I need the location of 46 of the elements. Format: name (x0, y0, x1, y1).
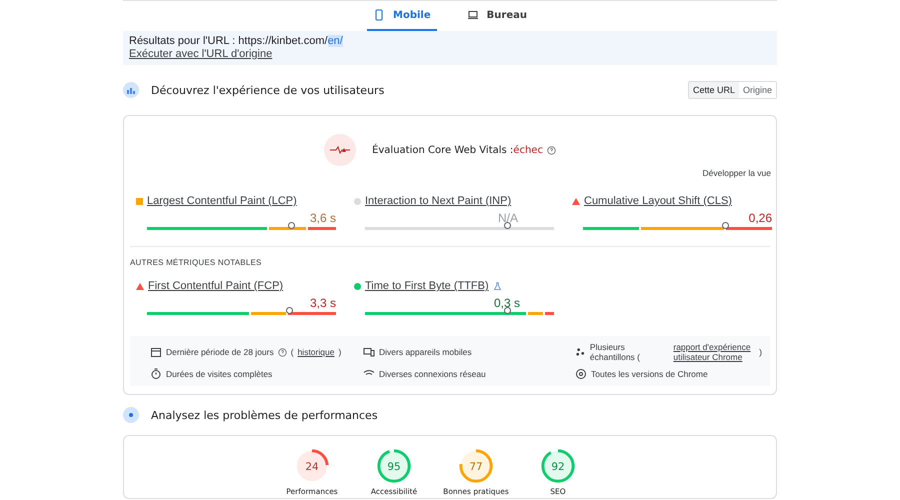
info-text: Toutes les versions de Chrome (591, 369, 708, 379)
section-title: Analysez les problèmes de performances (151, 408, 379, 422)
score-gauge: 24 (294, 448, 330, 484)
parenthesis: ( (290, 347, 294, 357)
metric-link[interactable]: Time to First Byte (TTFB) (365, 280, 489, 292)
calendar-icon (150, 346, 162, 358)
info-text: Diverses connexions réseau (379, 369, 486, 379)
help-icon[interactable] (546, 146, 556, 154)
metric-value: N/A (498, 211, 518, 225)
info-link[interactable]: historique (298, 347, 334, 357)
device-tab[interactable]: Bureau (460, 1, 533, 31)
score-gauge: 77 (458, 448, 494, 484)
help-icon[interactable] (278, 348, 287, 356)
metric-link[interactable]: Interaction to Next Paint (INP) (365, 195, 512, 207)
score-gauge: 95 (376, 448, 412, 484)
expand-link[interactable]: Développer la vue (702, 168, 771, 178)
fail-badge (324, 134, 356, 166)
timer-icon (150, 368, 162, 380)
other-metrics-heading: AUTRES MÉTRIQUES NOTABLES (130, 258, 263, 267)
metric-value: 0,26 (748, 211, 772, 225)
metric-link[interactable]: First Contentful Paint (FCP) (148, 280, 284, 292)
parenthesis: ) (338, 347, 342, 357)
info-text: Dernière période de 28 jours (166, 347, 274, 357)
parenthesis: ) (759, 347, 762, 357)
metric-value: 3,6 s (310, 211, 336, 225)
metric-link[interactable]: Largest Contentful Paint (LCP) (147, 195, 297, 207)
metric-value: 0,3 s (494, 296, 520, 310)
assessment-text: Évaluation Core Web Vitals :échec (372, 144, 543, 156)
chrome-icon (575, 368, 587, 380)
info-text: Divers appareils mobiles (379, 347, 472, 357)
metric-link[interactable]: Cumulative Layout Shift (CLS) (584, 195, 732, 207)
original-url-link[interactable]: Exécuter avec l'URL d'origine (129, 48, 272, 61)
info-text: Durées de visites complètes (166, 369, 272, 379)
info-text: Plusieurs échantillons ( (590, 342, 641, 362)
gauge-icon (123, 407, 139, 423)
metric-value: 3,3 s (310, 296, 336, 310)
scope-toggle[interactable]: Cette URL (688, 82, 739, 98)
section-title: Découvrez l'expérience de vos utilisateurs (151, 84, 386, 96)
info-link[interactable]: rapport d'expérience utilisateur Chrome (673, 342, 756, 362)
dots-icon (575, 346, 586, 358)
url-text: Résultats pour l'URL : https://kinbet.com/en/ (129, 35, 343, 48)
laptop-icon (466, 9, 479, 21)
users-icon (123, 82, 139, 98)
devices-icon (363, 346, 375, 358)
phone-icon (373, 9, 386, 21)
score-gauge: 92 (540, 448, 576, 484)
